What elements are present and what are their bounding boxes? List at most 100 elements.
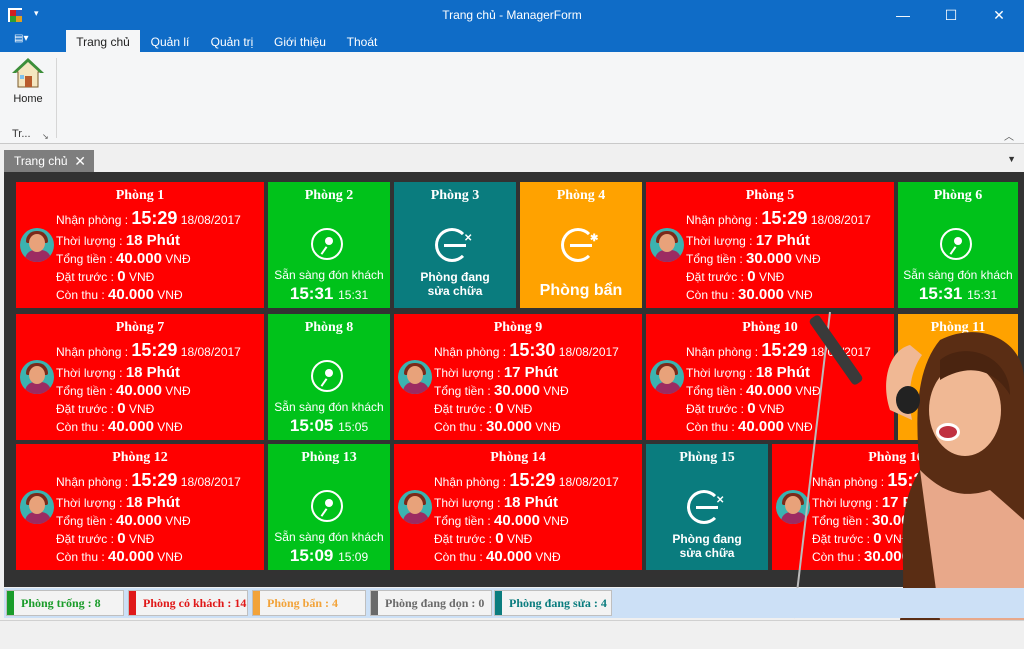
currency: VNĐ xyxy=(157,550,183,564)
tab-thoat[interactable]: Thoát xyxy=(338,30,386,52)
customer-avatar xyxy=(20,228,54,262)
currency: VNĐ xyxy=(543,384,569,398)
label-checkin: Nhận phòng : xyxy=(56,475,129,489)
label-checkin: Nhận phòng : xyxy=(56,213,129,227)
stat-label: Phòng đang dọn : 0 xyxy=(385,596,485,610)
tab-quan-li[interactable]: Quản lí xyxy=(146,30,194,52)
microphone-icon xyxy=(311,490,343,522)
repair-icon: ✕ xyxy=(435,228,472,262)
close-button[interactable]: ✕ xyxy=(984,5,1014,25)
ready-time-small: 15:31 xyxy=(338,288,369,302)
prepaid-value: 0 xyxy=(747,268,756,285)
room-tile[interactable]: Phòng 7 Nhận phòng : 15:29 18/08/2017 Th… xyxy=(16,314,264,440)
stat-color-marker xyxy=(495,591,502,615)
ready-text: Sẵn sàng đón khách xyxy=(274,268,384,282)
currency: VNĐ xyxy=(157,288,183,302)
microphone-icon xyxy=(311,228,343,260)
total-value: 40.000 xyxy=(746,382,792,399)
room-tile[interactable]: Phòng 9 Nhận phòng : 15:30 18/08/2017 Th… xyxy=(394,314,642,440)
document-tab[interactable]: Trang chủ ✕ xyxy=(4,150,94,172)
label-duration: Thời lượng : xyxy=(686,366,753,380)
room-name: Phòng 9 xyxy=(493,320,543,335)
room-tile[interactable]: Phòng 5 Nhận phòng : 15:29 18/08/2017 Th… xyxy=(646,182,894,308)
ready-time: 15:31 xyxy=(289,284,334,303)
maintenance-text: Phòng đang sửa chữa xyxy=(672,532,742,560)
room-tile[interactable]: Phòng 8 Sẵn sàng đón khách 15:05 15:05 xyxy=(268,314,390,440)
duration-value: 17 Phút xyxy=(503,364,558,381)
room-tile[interactable]: Phòng 2 Sẵn sàng đón khách 15:31 15:31 xyxy=(268,182,390,308)
total-value: 40.000 xyxy=(116,250,162,267)
checkin-time: 15:29 xyxy=(131,340,178,360)
label-total: Tổng tiền : xyxy=(434,514,491,528)
tab-quan-tri[interactable]: Quản trị xyxy=(204,30,260,52)
maximize-button[interactable]: ☐ xyxy=(936,5,966,25)
application-menu-button[interactable]: ▤▾ xyxy=(14,33,46,50)
currency: VNĐ xyxy=(128,402,155,416)
room-name: Phòng 6 xyxy=(933,188,983,203)
room-tile[interactable]: Phòng 13 Sẵn sàng đón khách 15:09 15:09 xyxy=(268,444,390,570)
label-checkin: Nhận phòng : xyxy=(434,475,507,489)
currency: VNĐ xyxy=(165,514,191,528)
group-launcher-icon[interactable]: ↘ xyxy=(42,132,49,141)
room-tile[interactable]: Phòng 15 ✕ Phòng đang sửa chữa xyxy=(646,444,768,570)
remaining-value: 40.000 xyxy=(738,418,784,435)
checkin-time: 15:29 xyxy=(131,470,178,490)
prepaid-value: 0 xyxy=(117,268,126,285)
remaining-value: 40.000 xyxy=(108,418,154,435)
ribbon-group-label: Tr... xyxy=(12,128,31,140)
minimize-button[interactable]: — xyxy=(888,5,918,25)
home-button[interactable]: Home xyxy=(8,56,48,116)
label-prepaid: Đặt trước : xyxy=(686,270,744,284)
label-checkin: Nhận phòng : xyxy=(434,345,507,359)
room-name: Phòng 8 xyxy=(304,320,354,335)
stat-label: Phòng đang sửa : 4 xyxy=(509,596,607,610)
close-tab-icon[interactable]: ✕ xyxy=(74,150,86,172)
tab-trang-chu[interactable]: Trang chủ xyxy=(66,30,140,52)
room-name: Phòng 7 xyxy=(115,320,165,335)
checkin-date: 18/08/2017 xyxy=(558,345,619,359)
stat-repair-rooms: Phòng đang sửa : 4 xyxy=(494,590,612,616)
room-tile[interactable]: Phòng 14 Nhận phòng : 15:29 18/08/2017 T… xyxy=(394,444,642,570)
label-remaining: Còn thu : xyxy=(434,550,483,564)
label-total: Tổng tiền : xyxy=(56,252,113,266)
room-tile[interactable]: Phòng 1 Nhận phòng : 15:29 18/08/2017 Th… xyxy=(16,182,264,308)
stat-label: Phòng có khách : 14 xyxy=(143,596,247,610)
checkin-time: 15:29 xyxy=(131,208,178,228)
label-total: Tổng tiền : xyxy=(56,514,113,528)
label-remaining: Còn thu : xyxy=(56,288,105,302)
tab-gioi-thieu[interactable]: Giới thiệu xyxy=(270,30,330,52)
label-prepaid: Đặt trước : xyxy=(56,270,114,284)
status-bar: Phòng trống : 8 Phòng có khách : 14 Phòn… xyxy=(4,588,1024,618)
currency: VNĐ xyxy=(758,402,785,416)
room-name: Phòng 3 xyxy=(430,188,480,203)
ribbon-group-divider xyxy=(56,58,57,138)
label-prepaid: Đặt trước : xyxy=(56,532,114,546)
document-tab-label: Trang chủ xyxy=(14,154,68,168)
duration-value: 18 Phút xyxy=(125,494,180,511)
stat-color-marker xyxy=(371,591,378,615)
customer-avatar xyxy=(398,360,432,394)
checkin-date: 18/08/2017 xyxy=(558,475,619,489)
label-prepaid: Đặt trước : xyxy=(434,532,492,546)
room-tile[interactable]: Phòng 12 Nhận phòng : 15:29 18/08/2017 T… xyxy=(16,444,264,570)
prepaid-value: 0 xyxy=(495,400,504,417)
tab-list-dropdown-icon[interactable]: ▼ xyxy=(1007,154,1016,164)
label-prepaid: Đặt trước : xyxy=(56,402,114,416)
collapse-ribbon-icon[interactable]: ︿ xyxy=(1004,128,1014,143)
room-tile[interactable]: Phòng 3 ✕ Phòng đang sửa chữa xyxy=(394,182,516,308)
duration-value: 18 Phút xyxy=(503,494,558,511)
currency: VNĐ xyxy=(128,270,155,284)
singer-image xyxy=(793,311,1024,620)
remaining-value: 40.000 xyxy=(486,548,532,565)
label-total: Tổng tiền : xyxy=(686,252,743,266)
room-tile[interactable]: Phòng 6 Sẵn sàng đón khách 15:31 15:31 xyxy=(898,182,1018,308)
currency: VNĐ xyxy=(506,532,533,546)
checkin-date: 18/08/2017 xyxy=(180,475,241,489)
room-name: Phòng 5 xyxy=(745,188,795,203)
checkin-time: 15:29 xyxy=(761,208,808,228)
room-tile[interactable]: Phòng 4 ✱ Phòng bẩn xyxy=(520,182,642,308)
stat-cleaning-rooms: Phòng đang dọn : 0 xyxy=(370,590,492,616)
currency: VNĐ xyxy=(165,384,191,398)
label-remaining: Còn thu : xyxy=(434,420,483,434)
stat-label: Phòng trống : 8 xyxy=(21,596,101,610)
